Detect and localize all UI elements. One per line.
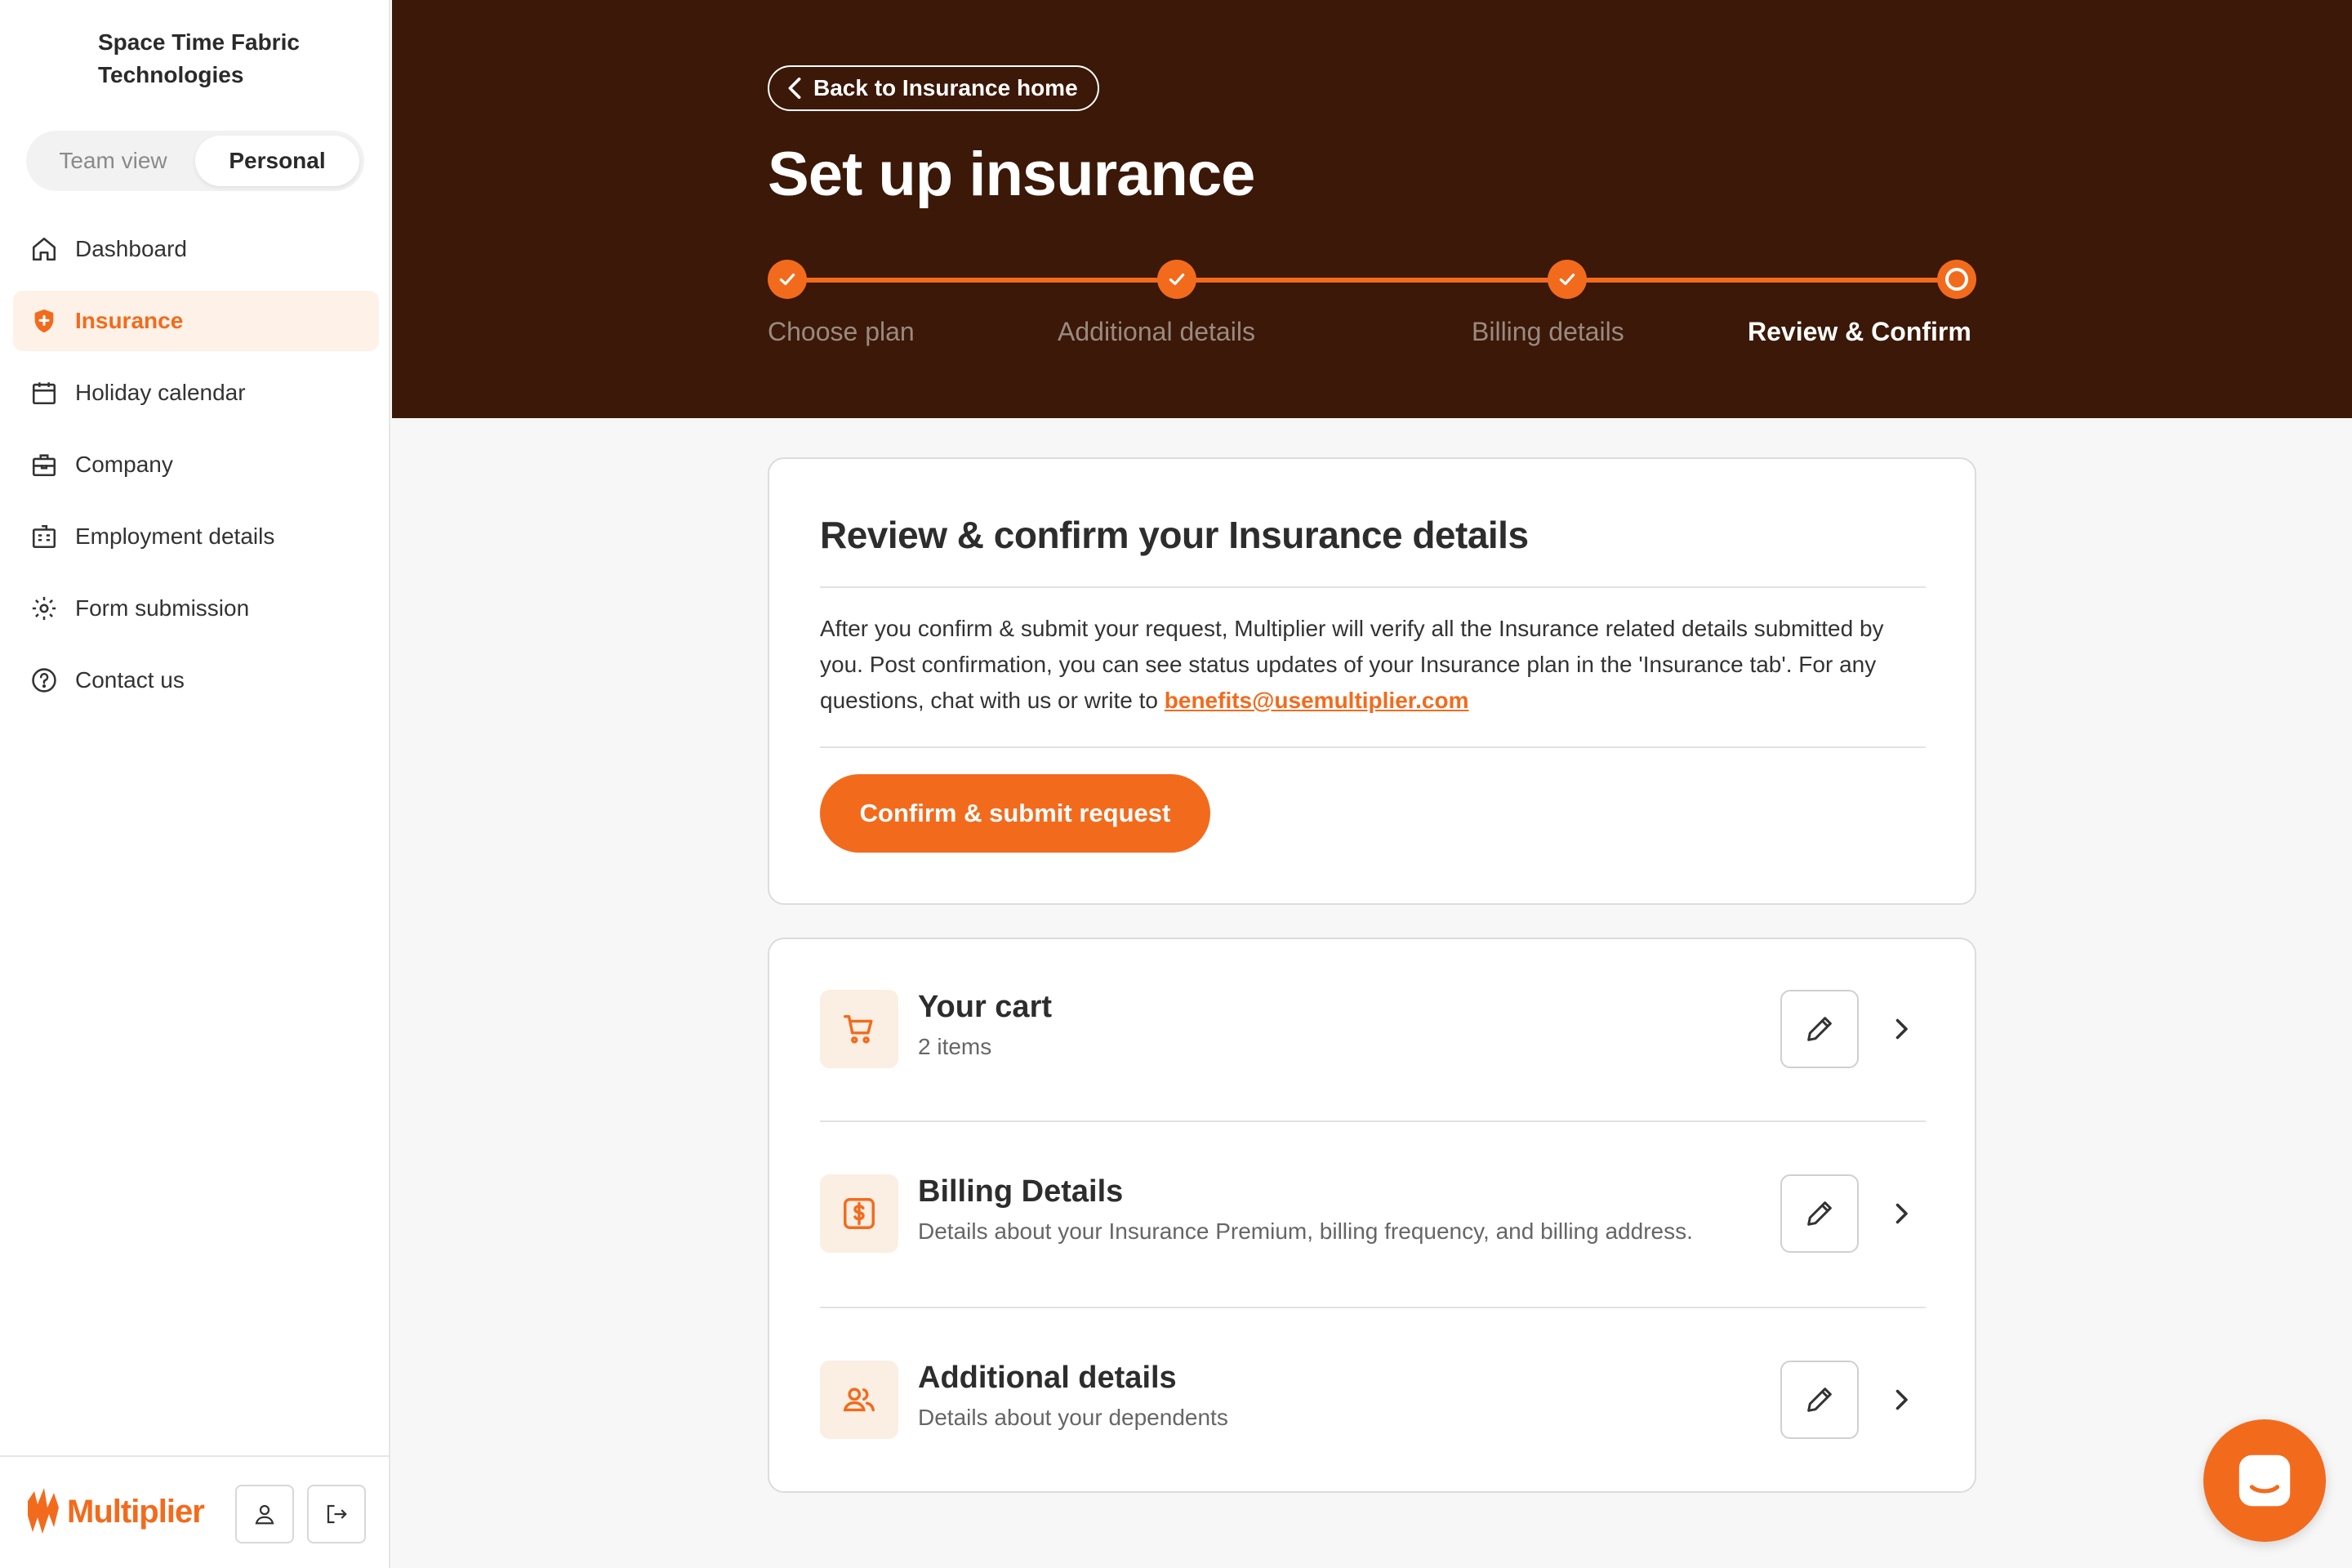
additional-details-section-row[interactable]: Additional details Details about your de… bbox=[820, 1361, 1926, 1439]
sidebar-item-employment-details[interactable]: Employment details bbox=[13, 506, 379, 567]
step-label-choose-plan[interactable]: Choose plan bbox=[768, 317, 915, 347]
briefcase-icon bbox=[29, 450, 59, 479]
current-step-ring bbox=[1945, 268, 1968, 291]
review-title: Review & confirm your Insurance details bbox=[820, 514, 1529, 556]
stepper-track bbox=[787, 278, 1957, 283]
profile-icon bbox=[255, 1504, 274, 1525]
divider bbox=[820, 746, 1926, 748]
edit-billing-button[interactable] bbox=[1780, 1174, 1859, 1253]
check-icon bbox=[1169, 273, 1185, 286]
pencil-icon bbox=[1807, 1017, 1832, 1041]
brand-logo[interactable]: Multiplier bbox=[24, 1485, 205, 1539]
chat-icon bbox=[2238, 1454, 2291, 1507]
shield-icon bbox=[29, 306, 59, 336]
sidebar-nav: Dashboard Insurance Holiday calendar Com… bbox=[13, 219, 379, 722]
review-card: Review & confirm your Insurance details … bbox=[768, 457, 1976, 905]
org-name: Space Time Fabric Technologies bbox=[98, 29, 300, 87]
section-title: Additional details bbox=[918, 1361, 1177, 1395]
sidebar-item-label: Contact us bbox=[75, 667, 185, 693]
chevron-right-icon[interactable] bbox=[1886, 1014, 1916, 1044]
step-1-check bbox=[768, 260, 807, 299]
sidebar-item-label: Employment details bbox=[75, 523, 275, 549]
step-3-check bbox=[1548, 260, 1587, 299]
section-subtitle: Details about your Insurance Premium, bi… bbox=[918, 1218, 1693, 1244]
step-4-current bbox=[1937, 260, 1976, 299]
pencil-icon bbox=[1807, 1388, 1832, 1412]
sidebar-item-holiday-calendar[interactable]: Holiday calendar bbox=[13, 363, 379, 423]
section-subtitle: 2 items bbox=[918, 1034, 992, 1059]
sidebar-item-insurance[interactable]: Insurance bbox=[13, 291, 379, 351]
page-title: Set up insurance bbox=[768, 140, 1255, 209]
help-circle-icon bbox=[29, 666, 59, 695]
confirm-submit-button[interactable]: Confirm & submit request bbox=[820, 774, 1210, 853]
section-title: Your cart bbox=[918, 990, 1053, 1024]
sidebar-item-contact-us[interactable]: Contact us bbox=[13, 650, 379, 710]
multiplier-logo-icon bbox=[28, 1488, 59, 1534]
divider bbox=[820, 586, 1926, 588]
pencil-icon bbox=[1807, 1201, 1832, 1226]
summary-sections-card: Your cart 2 items Billing Details Detail… bbox=[768, 938, 1976, 1493]
sidebar-item-dashboard[interactable]: Dashboard bbox=[13, 219, 379, 279]
divider bbox=[820, 1120, 1926, 1122]
sidebar-item-company[interactable]: Company bbox=[13, 434, 379, 495]
sidebar-item-label: Company bbox=[75, 452, 173, 477]
check-icon bbox=[1559, 273, 1575, 286]
chat-launcher-button[interactable] bbox=[2203, 1419, 2326, 1542]
page-header: Back to Insurance home Set up insurance … bbox=[392, 0, 2352, 418]
step-label-additional-details[interactable]: Additional details bbox=[1058, 317, 1255, 347]
review-description: After you confirm & submit your request,… bbox=[820, 611, 1931, 719]
logout-icon bbox=[327, 1504, 347, 1524]
sidebar-item-label: Dashboard bbox=[75, 236, 187, 261]
cart-section-row[interactable]: Your cart 2 items bbox=[820, 990, 1926, 1068]
sidebar-item-form-submission[interactable]: Form submission bbox=[13, 578, 379, 639]
logout-button[interactable] bbox=[307, 1485, 366, 1544]
team-view-toggle[interactable]: Team view bbox=[31, 136, 195, 186]
divider bbox=[820, 1307, 1926, 1308]
dollar-icon bbox=[820, 1174, 898, 1253]
billing-section-row[interactable]: Billing Details Details about your Insur… bbox=[820, 1174, 1926, 1253]
chevron-left-icon bbox=[788, 77, 801, 100]
personal-view-toggle[interactable]: Personal bbox=[195, 136, 359, 186]
users-icon bbox=[820, 1361, 898, 1439]
sidebar-item-label: Holiday calendar bbox=[75, 380, 246, 405]
chevron-right-icon[interactable] bbox=[1886, 1385, 1916, 1414]
check-icon bbox=[779, 273, 795, 286]
section-subtitle: Details about your dependents bbox=[918, 1405, 1228, 1430]
chevron-right-icon[interactable] bbox=[1886, 1199, 1916, 1228]
sidebar-item-label: Insurance bbox=[75, 308, 184, 333]
progress-stepper: Choose plan Additional details Billing d… bbox=[768, 260, 1976, 358]
view-toggle: Team view Personal bbox=[26, 131, 364, 191]
profile-button[interactable] bbox=[235, 1485, 294, 1544]
home-icon bbox=[29, 234, 59, 264]
sidebar-footer: Multiplier bbox=[0, 1455, 389, 1568]
sidebar: Space Time Fabric Technologies Team view… bbox=[0, 0, 390, 1568]
benefits-email-link[interactable]: benefits@usemultiplier.com bbox=[1165, 688, 1469, 713]
brand-name: Multiplier bbox=[67, 1493, 205, 1530]
step-label-review-confirm: Review & Confirm bbox=[1748, 317, 1971, 346]
step-label-billing-details[interactable]: Billing details bbox=[1472, 317, 1624, 347]
step-2-check bbox=[1157, 260, 1196, 299]
section-title: Billing Details bbox=[918, 1174, 1124, 1209]
cart-icon bbox=[820, 990, 898, 1068]
sidebar-item-label: Form submission bbox=[75, 595, 250, 621]
edit-additional-details-button[interactable] bbox=[1780, 1361, 1859, 1439]
edit-cart-button[interactable] bbox=[1780, 990, 1859, 1068]
gear-icon bbox=[29, 594, 59, 623]
building-icon bbox=[29, 522, 59, 551]
back-label: Back to Insurance home bbox=[813, 75, 1078, 100]
calendar-icon bbox=[29, 378, 59, 408]
back-to-insurance-home-button[interactable]: Back to Insurance home bbox=[768, 65, 1099, 111]
